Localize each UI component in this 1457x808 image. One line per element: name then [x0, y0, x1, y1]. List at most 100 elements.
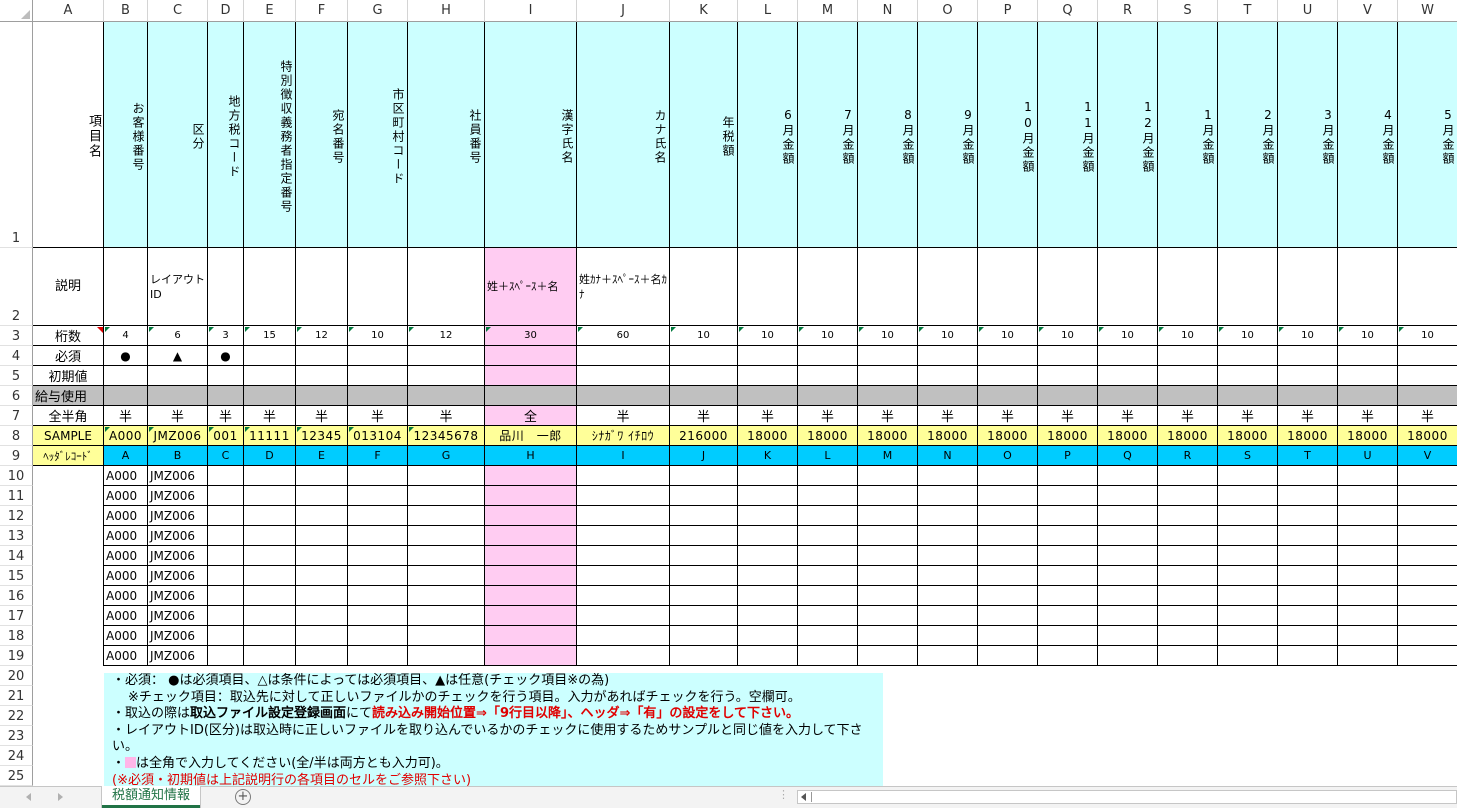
width-cell-j[interactable]: 半	[577, 406, 670, 426]
data-cell-w-10[interactable]	[1398, 466, 1457, 486]
initial-cell-g[interactable]	[348, 366, 408, 386]
data-cell-n-18[interactable]	[858, 626, 918, 646]
error-indicator-icon[interactable]	[349, 327, 354, 332]
salary-cell-c[interactable]	[148, 386, 208, 406]
header-record-cell-l[interactable]: K	[738, 446, 798, 466]
header-record-cell-c[interactable]: B	[148, 446, 208, 466]
descriptions-cell-o[interactable]	[918, 248, 978, 326]
error-indicator-icon[interactable]	[578, 327, 583, 332]
width-cell-e[interactable]: 半	[244, 406, 296, 426]
initial-cell-j[interactable]	[577, 366, 670, 386]
error-indicator-icon[interactable]	[105, 427, 110, 432]
error-indicator-icon[interactable]	[105, 327, 110, 332]
data-cell-q-14[interactable]	[1038, 546, 1098, 566]
header-record-cell-k[interactable]: J	[670, 446, 738, 466]
data-cell-i-15[interactable]	[485, 566, 577, 586]
data-cell-i-13[interactable]	[485, 526, 577, 546]
digits-cell-m[interactable]: 10	[798, 326, 858, 346]
sample-cell-g[interactable]: 013104	[348, 426, 408, 446]
header-record-cell-p[interactable]: O	[978, 446, 1038, 466]
required-cell-s[interactable]	[1158, 346, 1218, 366]
data-cell-g-19[interactable]	[348, 646, 408, 666]
data-cell-u-19[interactable]	[1278, 646, 1338, 666]
data-cell-l-14[interactable]	[738, 546, 798, 566]
column-header-h[interactable]: H	[408, 0, 485, 22]
error-indicator-icon[interactable]	[149, 327, 154, 332]
data-cell-o-19[interactable]	[918, 646, 978, 666]
column-header-n[interactable]: N	[858, 0, 918, 22]
data-cell-h-16[interactable]	[408, 586, 485, 606]
header-record-cell-s[interactable]: R	[1158, 446, 1218, 466]
required-cell-t[interactable]	[1218, 346, 1278, 366]
header-record-cell-m[interactable]: L	[798, 446, 858, 466]
descriptions-cell-v[interactable]	[1338, 248, 1398, 326]
digits-cell-l[interactable]: 10	[738, 326, 798, 346]
header-record-cell-u[interactable]: T	[1278, 446, 1338, 466]
descriptions-cell-u[interactable]	[1278, 248, 1338, 326]
empty-cell-a-23[interactable]	[33, 726, 104, 746]
sample-cell-u[interactable]: 18000	[1278, 426, 1338, 446]
data-cell-b-11[interactable]: A000	[104, 486, 148, 506]
data-cell-l-16[interactable]	[738, 586, 798, 606]
required-cell-b[interactable]: ●	[104, 346, 148, 366]
data-cell-m-11[interactable]	[798, 486, 858, 506]
data-cell-f-14[interactable]	[296, 546, 348, 566]
data-cell-j-19[interactable]	[577, 646, 670, 666]
spreadsheet-grid[interactable]: A B C D E F G H I J K L M N O P Q R S T U V W 1 2 3 4 5 6 7 8 9 10 11 12 13…	[0, 0, 1457, 786]
row-header-10[interactable]: 10	[0, 466, 33, 486]
data-cell-h-12[interactable]	[408, 506, 485, 526]
column-header-r[interactable]: R	[1098, 0, 1158, 22]
data-cell-e-14[interactable]	[244, 546, 296, 566]
row-header-15[interactable]: 15	[0, 566, 33, 586]
data-cell-w-12[interactable]	[1398, 506, 1457, 526]
headers-cell-t[interactable]: 2月金額	[1218, 22, 1278, 248]
data-cell-e-11[interactable]	[244, 486, 296, 506]
data-cell-b-13[interactable]: A000	[104, 526, 148, 546]
sample-cell-w[interactable]: 18000	[1398, 426, 1457, 446]
initial-cell-b[interactable]	[104, 366, 148, 386]
data-cell-i-19[interactable]	[485, 646, 577, 666]
data-cell-n-14[interactable]	[858, 546, 918, 566]
sample-cell-i[interactable]: 品川 一郎	[485, 426, 577, 446]
data-cell-h-17[interactable]	[408, 606, 485, 626]
sample-cell-k[interactable]: 216000	[670, 426, 738, 446]
headers-cell-q[interactable]: 11月金額	[1038, 22, 1098, 248]
data-cell-s-18[interactable]	[1158, 626, 1218, 646]
column-header-w[interactable]: W	[1398, 0, 1457, 22]
salary-cell-f[interactable]	[296, 386, 348, 406]
data-cell-o-15[interactable]	[918, 566, 978, 586]
required-cell-r[interactable]	[1098, 346, 1158, 366]
scrollbar-thumb[interactable]	[811, 792, 812, 802]
data-cell-f-18[interactable]	[296, 626, 348, 646]
digits-cell-o[interactable]: 10	[918, 326, 978, 346]
data-cell-b-10[interactable]: A000	[104, 466, 148, 486]
column-header-g[interactable]: G	[348, 0, 408, 22]
error-indicator-icon[interactable]	[799, 327, 804, 332]
data-cell-n-12[interactable]	[858, 506, 918, 526]
salary-cell-g[interactable]	[348, 386, 408, 406]
data-cell-p-15[interactable]	[978, 566, 1038, 586]
data-cell-n-11[interactable]	[858, 486, 918, 506]
headers-cell-p[interactable]: 10月金額	[978, 22, 1038, 248]
data-cell-h-18[interactable]	[408, 626, 485, 646]
error-indicator-icon[interactable]	[1039, 327, 1044, 332]
data-cell-m-19[interactable]	[798, 646, 858, 666]
width-cell-f[interactable]: 半	[296, 406, 348, 426]
data-cell-b-16[interactable]: A000	[104, 586, 148, 606]
initial-cell-i[interactable]	[485, 366, 577, 386]
header-record-cell-f[interactable]: E	[296, 446, 348, 466]
data-cell-l-10[interactable]	[738, 466, 798, 486]
empty-cell-a-21[interactable]	[33, 686, 104, 706]
data-cell-c-15[interactable]: JMZ006	[148, 566, 208, 586]
data-cell-t-16[interactable]	[1218, 586, 1278, 606]
scroll-right-icon[interactable]	[58, 793, 63, 801]
scroll-left-icon[interactable]	[26, 793, 31, 801]
data-cell-n-15[interactable]	[858, 566, 918, 586]
data-cell-l-18[interactable]	[738, 626, 798, 646]
data-cell-g-13[interactable]	[348, 526, 408, 546]
header-record-cell-j[interactable]: I	[577, 446, 670, 466]
descriptions-cell-j[interactable]: 姓ｶﾅ＋ｽﾍﾟｰｽ＋名ｶﾅ	[577, 248, 670, 326]
data-cell-o-16[interactable]	[918, 586, 978, 606]
data-cell-g-17[interactable]	[348, 606, 408, 626]
data-cell-w-16[interactable]	[1398, 586, 1457, 606]
